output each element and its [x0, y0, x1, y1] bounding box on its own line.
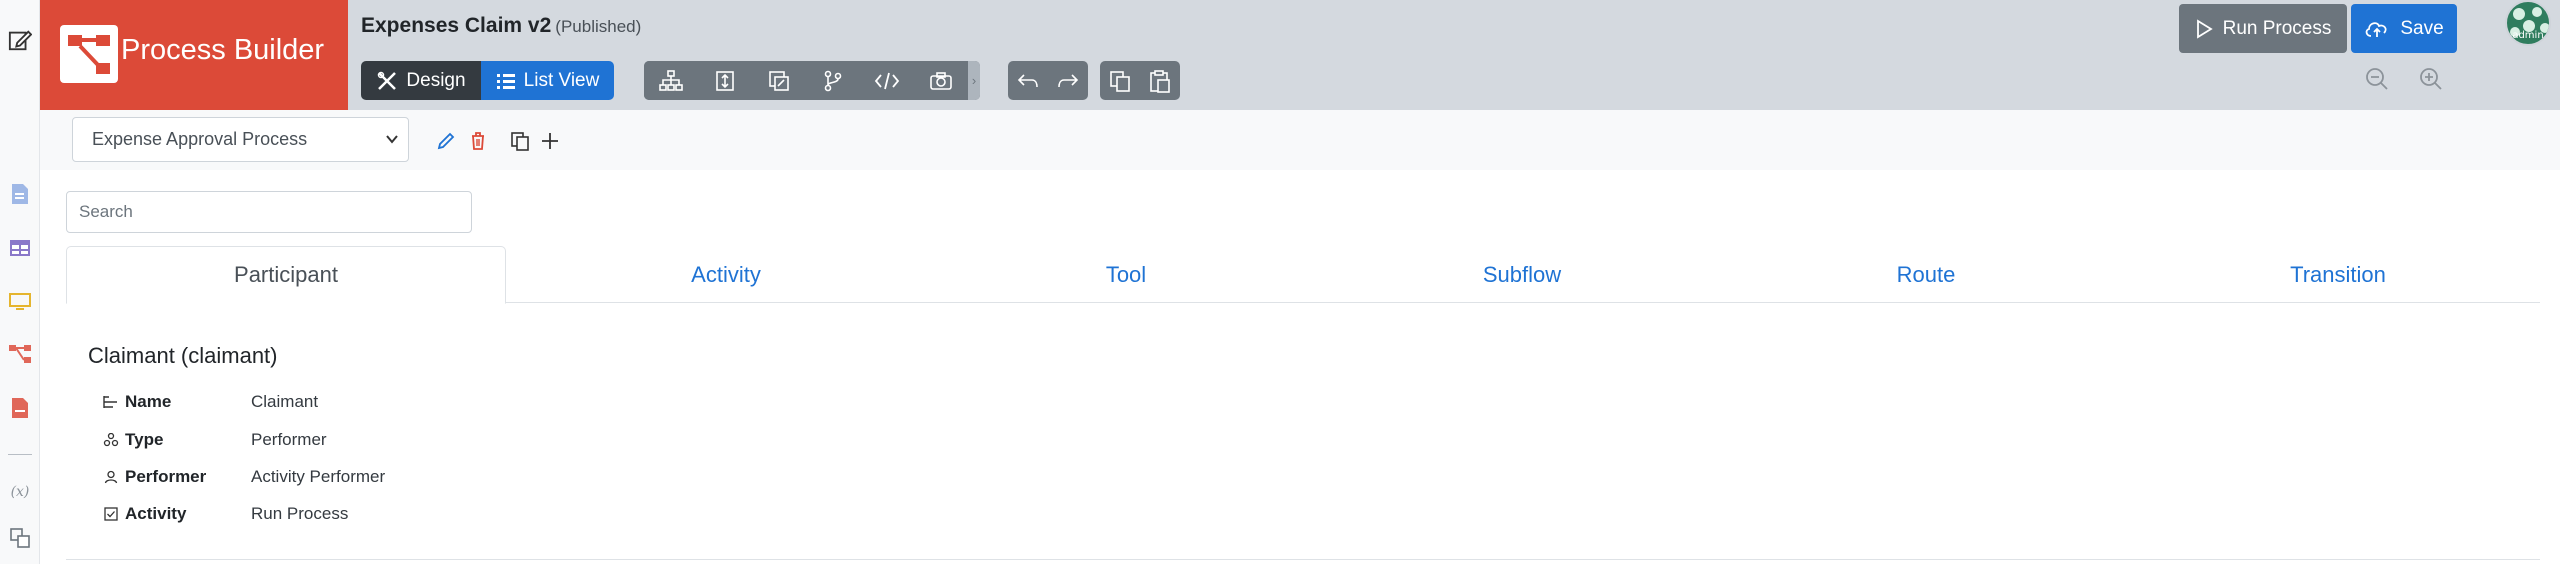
- run-process-label: Run Process: [2222, 17, 2332, 39]
- property-value: Performer: [251, 430, 327, 449]
- tab-route[interactable]: Route: [1746, 246, 2106, 303]
- design-mode-button[interactable]: Design: [361, 61, 481, 100]
- variable-icon[interactable]: (x): [8, 480, 32, 504]
- rail-divider: [8, 454, 32, 455]
- process-name: Expenses Claim v2: [361, 14, 552, 37]
- property-label: Name: [125, 392, 172, 411]
- participant-title: Claimant (claimant): [88, 343, 278, 368]
- property-row-performer: Performer Activity Performer: [102, 465, 385, 489]
- duplicate-process-icon[interactable]: [509, 130, 531, 152]
- process-builder-app: (x) Process Builder Expenses Claim v2 (Pu…: [0, 0, 2560, 564]
- design-label: Design: [406, 69, 466, 91]
- run-process-button[interactable]: Run Process: [2179, 4, 2347, 53]
- play-icon: [2196, 18, 2213, 39]
- save-button[interactable]: Save: [2351, 4, 2457, 53]
- element-type-tabs: Participant Activity Tool Subflow Route …: [66, 246, 2540, 304]
- cloud-upload-icon: [2366, 21, 2387, 37]
- search-input[interactable]: Search: [66, 191, 472, 233]
- view-mode-toggle: Design List View: [361, 61, 614, 100]
- process-builder-logo-icon: [60, 25, 118, 83]
- checkbox-icon: [102, 505, 120, 523]
- brand-title: Process Builder: [121, 34, 325, 66]
- property-row-type: Type Performer: [102, 428, 327, 452]
- tab-tool[interactable]: Tool: [946, 246, 1306, 303]
- process-bar: Expense Approval Process: [40, 110, 2560, 170]
- toolbar-more-button[interactable]: ›: [968, 61, 980, 100]
- tab-participant[interactable]: Participant: [66, 246, 506, 304]
- add-process-icon[interactable]: [539, 130, 561, 152]
- chevron-down-icon: [386, 135, 398, 144]
- document-title: Expenses Claim v2 (Published): [361, 14, 641, 38]
- user-avatar[interactable]: admin: [2505, 0, 2551, 46]
- brand-header: Process Builder: [40, 0, 348, 110]
- design-tools-icon: [378, 71, 397, 90]
- delete-process-icon[interactable]: [467, 130, 489, 152]
- list-view-button[interactable]: List View: [481, 61, 614, 100]
- property-value: Claimant: [251, 392, 319, 411]
- top-header: Expenses Claim v2 (Published) Design List…: [348, 0, 2560, 110]
- translate-icon[interactable]: [8, 526, 32, 550]
- code-icon[interactable]: [860, 61, 914, 100]
- tab-transition[interactable]: Transition: [2158, 246, 2518, 303]
- userview-icon[interactable]: [8, 290, 32, 314]
- property-label: Activity: [125, 504, 187, 523]
- tab-activity[interactable]: Activity: [546, 246, 906, 303]
- property-label: Type: [125, 430, 164, 449]
- process-icon[interactable]: [8, 342, 32, 366]
- tab-subflow[interactable]: Subflow: [1342, 246, 1702, 303]
- datalist-icon[interactable]: [8, 236, 32, 260]
- redo-icon[interactable]: [1048, 61, 1088, 100]
- section-divider: [66, 559, 2540, 560]
- save-label: Save: [2400, 17, 2444, 39]
- list-icon: [496, 73, 515, 89]
- zoom-in-icon[interactable]: [2418, 66, 2444, 92]
- report-icon[interactable]: [8, 396, 32, 420]
- property-row-activity: Activity Run Process: [102, 502, 348, 526]
- history-toolbar: [1008, 61, 1088, 100]
- clipboard-toolbar: [1100, 61, 1180, 100]
- left-icon-rail: (x): [0, 0, 40, 564]
- avatar-username: admin: [2512, 30, 2544, 41]
- edit-icon[interactable]: [8, 28, 32, 52]
- image-edit-icon[interactable]: [752, 61, 806, 100]
- form-icon[interactable]: [8, 182, 32, 206]
- publish-status: (Published): [555, 17, 642, 36]
- branch-icon[interactable]: [806, 61, 860, 100]
- fit-vertical-icon[interactable]: [698, 61, 752, 100]
- copy-icon[interactable]: [1100, 61, 1140, 100]
- paste-icon[interactable]: [1140, 61, 1180, 100]
- nodes-icon: [102, 431, 120, 449]
- property-value: Activity Performer: [251, 467, 386, 486]
- property-value: Run Process: [251, 504, 349, 523]
- camera-icon[interactable]: [914, 61, 968, 100]
- undo-icon[interactable]: [1008, 61, 1048, 100]
- property-label: Performer: [125, 467, 207, 486]
- process-select[interactable]: Expense Approval Process: [72, 117, 409, 162]
- list-view-label: List View: [523, 69, 600, 91]
- tools-toolbar: ›: [644, 61, 980, 100]
- property-row-name: Name Claimant: [102, 390, 318, 414]
- list-icon: [102, 393, 120, 411]
- edit-process-icon[interactable]: [435, 130, 457, 152]
- zoom-out-icon[interactable]: [2364, 66, 2390, 92]
- sitemap-icon[interactable]: [644, 61, 698, 100]
- process-select-value: Expense Approval Process: [92, 129, 308, 149]
- user-icon: [102, 468, 120, 486]
